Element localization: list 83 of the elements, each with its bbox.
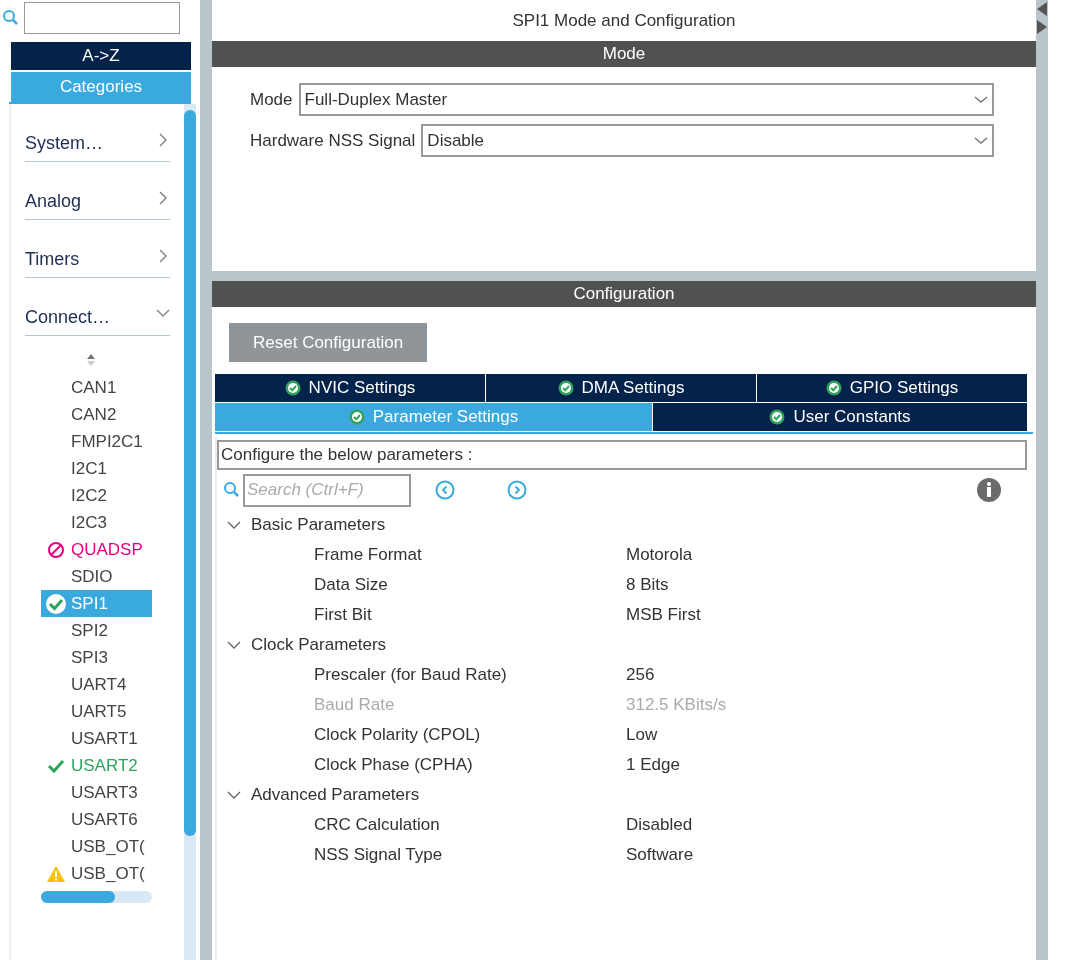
peripheral-item[interactable]: USB_OT( (41, 860, 152, 887)
dropdown-caret-icon (974, 95, 988, 104)
peripheral-item[interactable]: UART4 (41, 671, 152, 698)
previous-icon[interactable] (435, 480, 455, 500)
description-text: Configure the below parameters : (217, 440, 1027, 470)
dropdown[interactable]: Full-Duplex Master (298, 83, 994, 116)
peripheral-item[interactable]: SDIO (41, 563, 152, 590)
check-circle-icon (284, 380, 301, 396)
parameter-name: CRC Calculation (314, 814, 441, 837)
chevron-down-icon[interactable] (227, 520, 241, 530)
check-circle-icon (769, 409, 786, 425)
parameter-name: Data Size (314, 574, 389, 597)
peripheral-item[interactable]: UART5 (41, 698, 152, 725)
dropdown[interactable]: Disable (421, 124, 994, 157)
peripheral-item[interactable]: I2C3 (41, 509, 152, 536)
chevron-right-icon[interactable] (156, 133, 170, 147)
section-header: Mode (212, 41, 1036, 67)
parameter-name: First Bit (314, 604, 373, 627)
group-label[interactable]: Clock Parameters (251, 632, 387, 658)
parameter-name: Prescaler (for Baud Rate) (314, 664, 508, 687)
category-label[interactable]: System… (25, 130, 103, 157)
settings-tab[interactable]: User Constants (653, 403, 1027, 431)
warning-icon (46, 864, 66, 883)
chevron-right-icon[interactable] (156, 191, 170, 205)
scrollbar-thumb[interactable] (184, 110, 196, 836)
dropdown-caret-icon (974, 136, 988, 145)
group-label[interactable]: Advanced Parameters (251, 782, 420, 808)
chevron-down-icon[interactable] (227, 790, 241, 800)
peripheral-item[interactable]: SPI3 (41, 644, 152, 671)
sort-arrows-icon[interactable] (86, 354, 96, 366)
category-label[interactable]: Connect… (25, 304, 111, 331)
parameter-value[interactable]: MSB First (626, 602, 701, 628)
sort-tab[interactable]: A->Z (11, 42, 191, 70)
field-label: Hardware NSS Signal (250, 129, 416, 152)
category-label[interactable]: Timers (25, 246, 80, 273)
check-circle-icon (825, 380, 842, 396)
window-title: SPI1 Mode and Configuration (511, 9, 737, 32)
chevron-down-icon[interactable] (227, 640, 241, 650)
peripheral-item[interactable]: CAN1 (41, 374, 152, 401)
check-icon (47, 757, 65, 774)
parameter-name: Clock Polarity (CPOL) (314, 724, 482, 747)
parameter-value[interactable]: Low (626, 722, 658, 748)
peripheral-item[interactable]: USART3 (41, 779, 152, 806)
search-field[interactable]: Search (Ctrl+F) (243, 473, 411, 507)
collapse-left-icon[interactable] (1037, 2, 1047, 16)
search-icon (2, 9, 20, 27)
parameter-value[interactable]: Software (626, 842, 694, 868)
parameter-name: Clock Phase (CPHA) (314, 754, 474, 777)
peripheral-item[interactable]: USART6 (41, 806, 152, 833)
parameter-value[interactable]: 256 (626, 662, 655, 688)
check-circle-icon (46, 593, 66, 614)
check-circle-icon (557, 380, 574, 396)
search-icon (223, 481, 241, 499)
next-icon[interactable] (507, 480, 527, 500)
category-label[interactable]: Analog (25, 188, 82, 215)
peripheral-item[interactable]: USART1 (41, 725, 152, 752)
peripheral-item[interactable]: I2C1 (41, 455, 152, 482)
parameter-value[interactable]: Disabled (626, 812, 693, 838)
check-circle-icon (348, 409, 365, 425)
peripheral-item[interactable]: USB_OT( (41, 833, 152, 860)
info-icon[interactable] (977, 478, 1001, 502)
peripheral-item[interactable]: FMPI2C1 (41, 428, 152, 455)
peripheral-item[interactable]: I2C2 (41, 482, 152, 509)
field-label: Mode (250, 88, 293, 111)
horizontal-scrollbar[interactable] (41, 891, 152, 903)
settings-tab[interactable]: NVIC Settings (215, 374, 485, 402)
parameter-value[interactable]: 1 Edge (626, 752, 680, 778)
peripheral-item[interactable]: QUADSP (41, 536, 152, 563)
group-label[interactable]: Basic Parameters (251, 512, 386, 538)
expand-right-icon[interactable] (1037, 20, 1047, 34)
prohibited-icon (47, 540, 65, 559)
chevron-right-icon[interactable] (156, 249, 170, 263)
settings-tab[interactable]: GPIO Settings (757, 374, 1027, 402)
parameter-name: Baud Rate (314, 694, 396, 717)
peripheral-item[interactable]: CAN2 (41, 401, 152, 428)
parameter-value[interactable]: 8 Bits (626, 572, 669, 598)
section-header: Configuration (212, 281, 1036, 307)
peripheral-item[interactable]: SPI2 (41, 617, 152, 644)
parameter-value[interactable]: Motorola (626, 542, 693, 568)
parameter-name: NSS Signal Type (314, 844, 444, 867)
search-field[interactable] (24, 2, 180, 34)
parameter-name: Frame Format (314, 544, 423, 567)
settings-tab[interactable]: DMA Settings (486, 374, 756, 402)
